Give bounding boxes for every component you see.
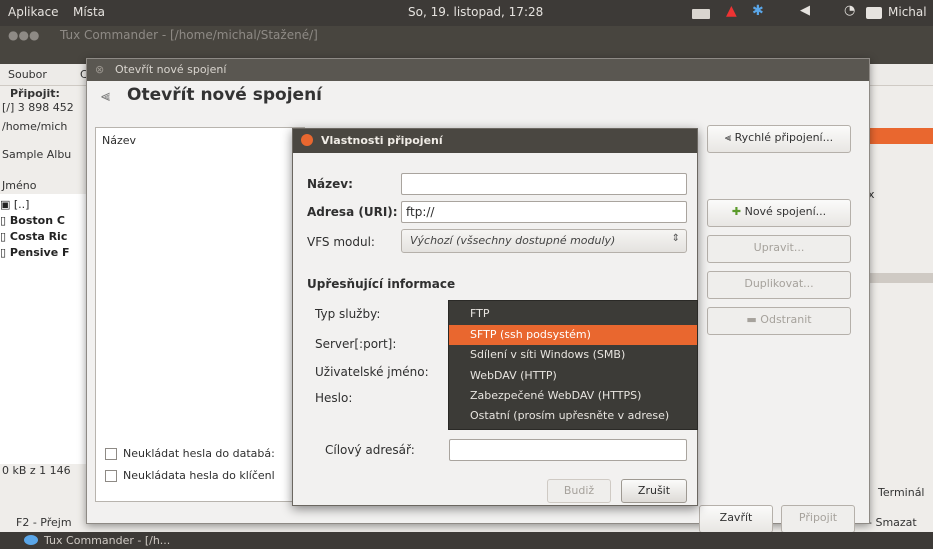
remove-button[interactable]: ▬ Odstranit: [707, 307, 851, 335]
right-panel-selection[interactable]: [870, 128, 933, 144]
list-item[interactable]: ▯ Pensive F: [0, 246, 96, 259]
menu-item-other[interactable]: Ostatní (prosím upřesněte v adrese): [449, 406, 697, 426]
name-label: Název:: [307, 177, 353, 191]
target-dir-label: Cílový adresář:: [325, 443, 415, 457]
dialog-heading: Otevřít nové spojení: [127, 85, 323, 105]
top-panel: Aplikace Místa So, 19. listopad, 17:28 ▲…: [0, 0, 933, 26]
warning-icon[interactable]: ▲: [726, 3, 737, 19]
window-controls-icon[interactable]: ●●●: [8, 28, 39, 42]
battery-icon[interactable]: [692, 9, 710, 19]
window-title: Tux Commander - [/home/michal/Stažené/]: [60, 28, 318, 42]
connect-button[interactable]: Připojit: [781, 505, 855, 533]
places-menu[interactable]: Místa: [73, 5, 105, 19]
server-label: Server[:port]:: [315, 337, 397, 351]
service-type-label: Typ služby:: [315, 307, 381, 321]
user-name[interactable]: Michal: [888, 5, 927, 19]
close-icon[interactable]: ⊗: [95, 63, 104, 76]
list-item[interactable]: ▯ Boston C: [0, 214, 96, 227]
bottom-taskbar: Tux Commander - [/h...: [0, 532, 933, 549]
clock[interactable]: So, 19. listopad, 17:28: [408, 5, 543, 19]
properties-titlebar: Vlastnosti připojení: [293, 129, 697, 153]
add-icon: ✚: [731, 205, 745, 218]
taskbar-item[interactable]: Tux Commander - [/h...: [44, 534, 170, 547]
close-button[interactable]: Zavřít: [699, 505, 773, 533]
password-label: Heslo:: [315, 391, 353, 405]
target-dir-field[interactable]: [449, 439, 687, 461]
ok-button[interactable]: Budiž: [547, 479, 611, 503]
vfs-label: VFS modul:: [307, 235, 375, 249]
network-icon: ⫷: [101, 86, 111, 105]
no-save-keyring-checkbox[interactable]: [105, 470, 117, 482]
wifi-icon[interactable]: ◔: [844, 3, 855, 18]
file-icon: ▯: [0, 214, 10, 227]
chat-icon[interactable]: [866, 7, 882, 19]
no-save-db-label: Neukládat hesla do databá:: [123, 447, 275, 460]
terminal-tab[interactable]: Terminál: [878, 486, 925, 499]
dialog-window-title: Otevřít nové spojení: [115, 63, 227, 76]
menu-item-ftp[interactable]: FTP: [449, 304, 697, 324]
bookmark-label[interactable]: Sample Albu: [2, 148, 71, 161]
no-save-db-checkbox[interactable]: [105, 448, 117, 460]
connect-label: Připojit:: [10, 87, 60, 100]
menu-item-webdav[interactable]: WebDAV (HTTP): [449, 366, 697, 386]
name-field[interactable]: [401, 173, 687, 195]
list-item[interactable]: ▣ [..]: [0, 198, 96, 211]
close-icon[interactable]: [301, 134, 313, 146]
menu-item-sftp[interactable]: SFTP (ssh podsystém): [449, 325, 697, 345]
list-item[interactable]: ▯ Costa Ric: [0, 230, 96, 243]
list-header-name[interactable]: Název: [102, 134, 136, 147]
file-icon: ▯: [0, 230, 10, 243]
remove-icon: ▬: [746, 313, 761, 326]
applications-menu[interactable]: Aplikace: [8, 5, 59, 19]
dialog-titlebar: ⊗ Otevřít nové spojení: [87, 59, 869, 81]
volume-icon[interactable]: ◀: [800, 3, 810, 18]
uri-field[interactable]: ftp://: [401, 201, 687, 223]
dialog-header: ⫷ Otevřít nové spojení: [87, 81, 869, 113]
service-type-menu[interactable]: FTP SFTP (ssh podsystém) Sdílení v síti …: [448, 300, 698, 430]
f2-rename-button[interactable]: F2 - Přejm: [16, 516, 72, 529]
new-connection-button[interactable]: ✚ Nové spojení...: [707, 199, 851, 227]
vfs-select[interactable]: Výchozí (všsechny dostupné moduly) ⇕: [401, 229, 687, 253]
path-field[interactable]: /home/mich: [2, 120, 92, 133]
folder-icon: ▣: [0, 198, 14, 211]
uri-label: Adresa (URI):: [307, 205, 398, 219]
status-text: 0 kB z 1 146: [2, 464, 71, 477]
vfs-select-value: Výchozí (všsechny dostupné moduly): [410, 234, 616, 247]
column-name-header[interactable]: Jméno: [2, 179, 36, 192]
chevron-updown-icon: ⇕: [671, 233, 680, 244]
right-nav-buttons[interactable]: [870, 106, 933, 124]
menu-item-smb[interactable]: Sdílení v síti Windows (SMB): [449, 345, 697, 365]
no-save-keyring-label: Neukládata hesla do klíčenl: [123, 469, 275, 482]
right-panel-bar: [870, 273, 933, 283]
file-icon: ▯: [0, 246, 10, 259]
disk-info: [/] 3 898 452: [2, 101, 74, 114]
username-label: Uživatelské jméno:: [315, 365, 429, 379]
quick-connect-button[interactable]: ⫷ Rychlé připojení...: [707, 125, 851, 153]
bluetooth-icon[interactable]: ✱: [752, 3, 764, 19]
f8-delete-button[interactable]: - Smazat: [868, 516, 917, 529]
menu-item-webdavs[interactable]: Zabezpečené WebDAV (HTTPS): [449, 386, 697, 406]
edit-button[interactable]: Upravit...: [707, 235, 851, 263]
cancel-button[interactable]: Zrušit: [621, 479, 687, 503]
connections-list[interactable]: Název: [95, 127, 305, 502]
duplicate-button[interactable]: Duplikovat...: [707, 271, 851, 299]
app-icon: [24, 535, 38, 545]
file-list[interactable]: ▣ [..] ▯ Boston C ▯ Costa Ric ▯ Pensive …: [0, 194, 96, 464]
network-icon: ⫷: [724, 131, 735, 144]
advanced-section-heading: Upřesňující informace: [307, 277, 456, 291]
properties-title: Vlastnosti připojení: [321, 134, 443, 147]
menu-file[interactable]: Soubor: [8, 68, 47, 81]
